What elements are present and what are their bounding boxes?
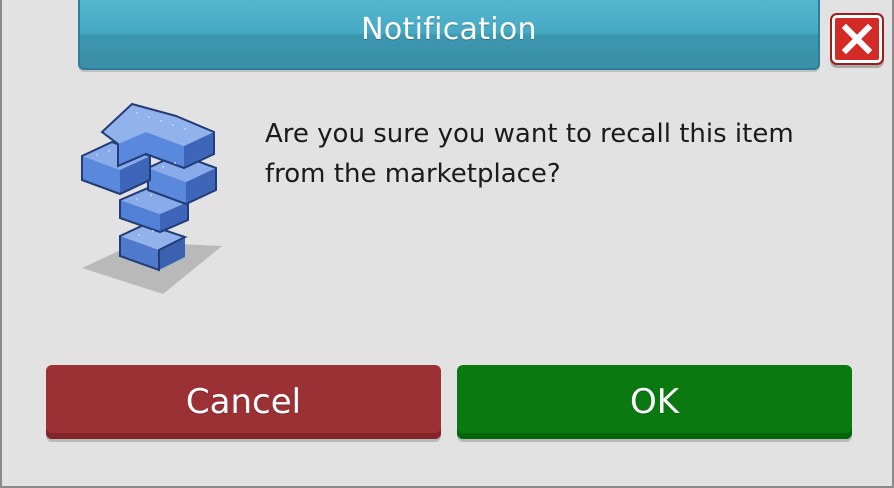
dialog-title-bar: Notification (78, 0, 820, 70)
ok-button[interactable]: OK (457, 365, 852, 439)
cancel-button[interactable]: Cancel (46, 365, 441, 439)
dialog-message: Are you sure you want to recall this ite… (265, 119, 794, 189)
close-icon (841, 23, 873, 55)
question-mark-icon (81, 102, 222, 294)
close-button[interactable] (832, 15, 882, 63)
dialog-title: Notification (361, 12, 537, 47)
notification-dialog: Notification Are you sure you want to re… (0, 0, 894, 488)
